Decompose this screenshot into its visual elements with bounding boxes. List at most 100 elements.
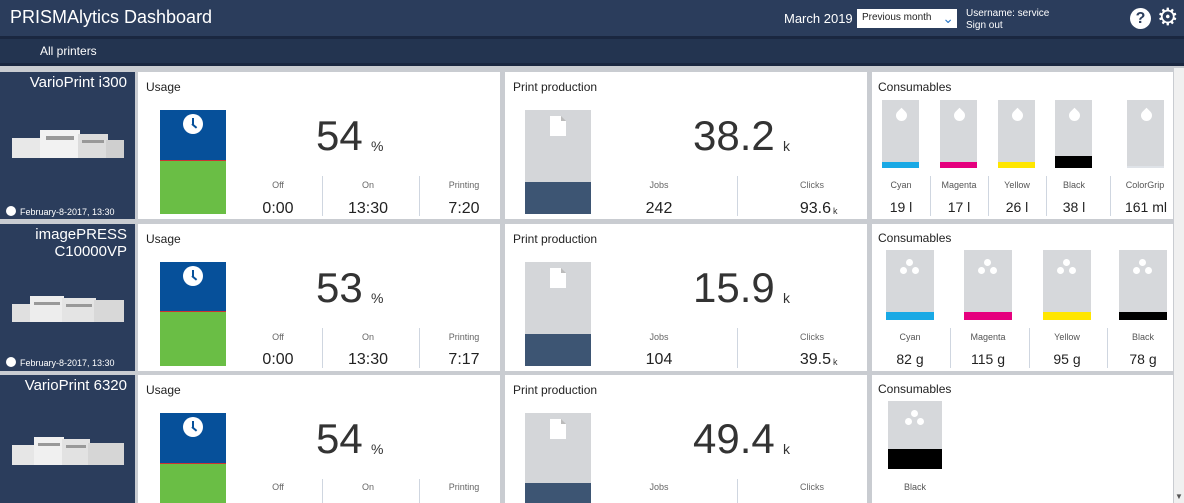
usage-percent: 54 xyxy=(316,112,363,159)
printer-image xyxy=(12,296,124,322)
usage-card[interactable]: Usage 53 % Off On Printing 0:00 13:30 7:… xyxy=(138,224,500,371)
cyan-cartridge xyxy=(882,100,919,168)
clicks-label: Clicks xyxy=(800,482,824,492)
cyan-value: 82 g xyxy=(896,351,924,367)
production-title: Print production xyxy=(513,232,598,246)
black-level xyxy=(1119,312,1167,320)
production-value: 15.9 xyxy=(693,264,775,311)
all-printers-link[interactable]: All printers xyxy=(40,44,97,58)
cyan-cartridge xyxy=(886,250,934,320)
usage-title: Usage xyxy=(146,232,181,246)
usage-title: Usage xyxy=(146,383,181,397)
production-bar xyxy=(525,262,591,366)
ink-drop-icon xyxy=(1138,107,1154,124)
usage-bar-active xyxy=(160,311,226,366)
divider xyxy=(322,479,323,503)
printer-image xyxy=(12,437,124,465)
gear-icon[interactable]: ⚙ xyxy=(1157,3,1179,32)
usage-bar xyxy=(160,110,226,214)
sub-nav: All printers xyxy=(0,36,1184,66)
usage-card[interactable]: Usage 54 % Off On Printing 0:00 13:30 7:… xyxy=(138,72,500,219)
black-value: 78 g xyxy=(1129,351,1157,367)
colorgrip-level xyxy=(1127,166,1164,168)
black-label: Black xyxy=(1131,332,1154,342)
colorgrip-label: ColorGrip xyxy=(1125,180,1165,190)
production-bar-fill xyxy=(525,334,591,366)
clock-icon xyxy=(6,357,16,367)
sign-out-link[interactable]: Sign out xyxy=(966,20,1049,32)
last-update-text: February-8-2017, 13:30 xyxy=(20,207,115,217)
production-card[interactable]: Print production 49.4 k Jobs Clicks xyxy=(505,375,867,503)
document-icon xyxy=(550,419,566,439)
toner-icon xyxy=(900,259,920,277)
chevron-down-icon: ⌄ xyxy=(942,10,954,26)
divider xyxy=(1107,328,1108,368)
cyan-value: 19 l xyxy=(889,199,913,215)
usage-bar xyxy=(160,413,226,503)
clicks-label: Clicks xyxy=(800,332,824,342)
printing-value: 7:20 xyxy=(448,200,480,217)
printer-panel[interactable]: VarioPrint 6320 xyxy=(0,375,135,503)
period-select[interactable]: Previous month ⌄ xyxy=(857,9,957,28)
black-label: Black xyxy=(903,482,926,492)
usage-unit: % xyxy=(371,138,384,154)
period-select-value: Previous month xyxy=(862,12,932,23)
ink-drop-icon xyxy=(893,107,909,124)
clicks-value: 39.5 xyxy=(799,351,831,368)
consumables-card[interactable]: Consumables Cyan Magenta Yellow Black 82… xyxy=(872,224,1173,371)
yellow-level xyxy=(1043,312,1091,320)
divider xyxy=(988,176,989,216)
help-icon[interactable]: ? xyxy=(1130,8,1151,29)
ink-drop-icon xyxy=(1066,107,1082,124)
consumables-card[interactable]: Consumables Cyan Magenta Yellow Black Co… xyxy=(872,72,1173,219)
yellow-cartridge xyxy=(1043,250,1091,320)
black-level xyxy=(888,449,942,469)
jobs-value: 242 xyxy=(645,200,673,217)
jobs-label: Jobs xyxy=(649,180,669,190)
period-label: March 2019 xyxy=(784,11,853,26)
scrollbar[interactable]: ▼ xyxy=(1174,68,1184,503)
printer-panel[interactable]: imagePRESS C10000VP February-8-2017, 13:… xyxy=(0,224,135,371)
printer-row: imagePRESS C10000VP February-8-2017, 13:… xyxy=(0,224,1184,371)
clicks-unit: k xyxy=(833,357,838,367)
production-unit: k xyxy=(783,441,790,457)
production-bar-fill xyxy=(525,182,591,214)
usage-card[interactable]: Usage 54 % Off On Printing xyxy=(138,375,500,503)
off-label: Off xyxy=(272,332,284,342)
clock-icon xyxy=(183,417,203,437)
magenta-cartridge xyxy=(964,250,1012,320)
divider xyxy=(950,328,951,368)
divider xyxy=(737,176,738,216)
printer-panel[interactable]: VarioPrint i300 February-8-2017, 13:30 xyxy=(0,72,135,219)
colorgrip-cartridge xyxy=(1127,100,1164,168)
off-value: 0:00 xyxy=(262,200,294,217)
consumables-card[interactable]: Consumables Black xyxy=(872,375,1173,503)
production-card[interactable]: Print production 38.2 k Jobs Clicks 242 … xyxy=(505,72,867,219)
colorgrip-value: 161 ml xyxy=(1124,199,1168,215)
production-unit: k xyxy=(783,138,790,154)
toner-icon xyxy=(1057,259,1077,277)
username: Username: service xyxy=(966,8,1050,19)
consumables-title: Consumables xyxy=(878,382,952,396)
jobs-label: Jobs xyxy=(649,332,669,342)
production-card[interactable]: Print production 15.9 k Jobs Clicks 104 … xyxy=(505,224,867,371)
divider xyxy=(930,176,931,216)
usage-unit: % xyxy=(371,290,384,306)
usage-title: Usage xyxy=(146,80,181,94)
document-icon xyxy=(550,268,566,288)
production-bar xyxy=(525,413,591,503)
usage-percent: 54 xyxy=(316,415,363,462)
consumables-title: Consumables xyxy=(878,231,952,245)
jobs-label: Jobs xyxy=(649,482,669,492)
printing-label: Printing xyxy=(448,482,480,492)
cyan-level xyxy=(886,312,934,320)
magenta-value: 115 g xyxy=(971,351,1005,367)
clock-icon xyxy=(183,114,203,134)
printer-row: VarioPrint 6320 Usage 54 % Off On Printi… xyxy=(0,375,1184,503)
magenta-cartridge xyxy=(940,100,977,168)
yellow-label: Yellow xyxy=(1054,332,1080,342)
black-value: 38 l xyxy=(1062,199,1086,215)
chevron-down-icon[interactable]: ▼ xyxy=(1175,492,1183,501)
yellow-cartridge xyxy=(998,100,1035,168)
printer-row: VarioPrint i300 February-8-2017, 13:30 U… xyxy=(0,72,1184,219)
